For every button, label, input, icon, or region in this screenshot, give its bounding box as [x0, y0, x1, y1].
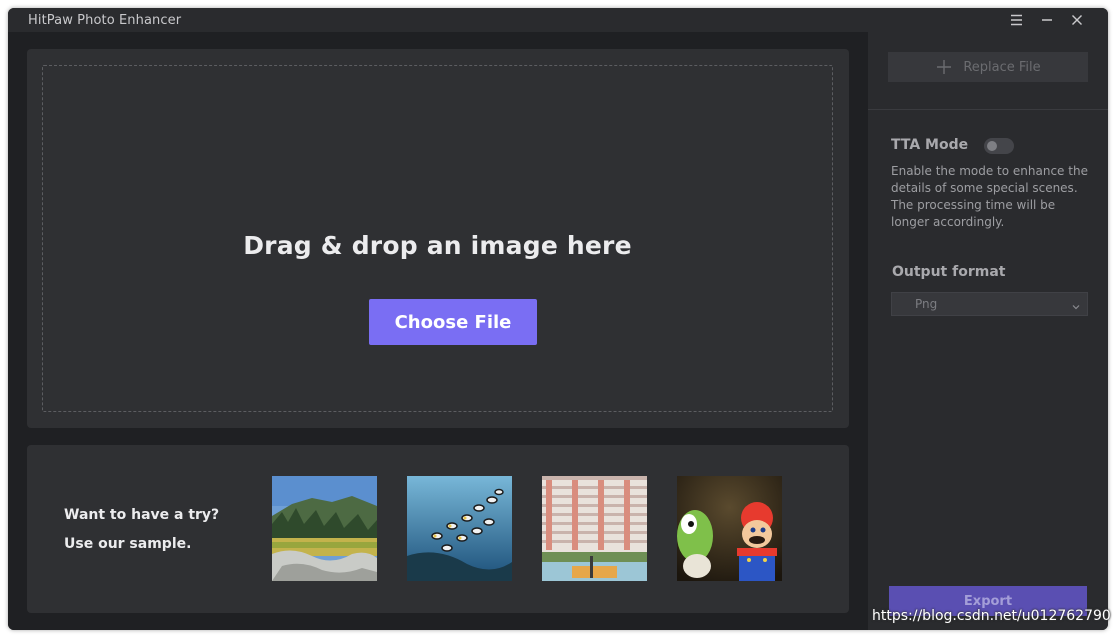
main-area: Drag & drop an image here Choose File Wa… [8, 32, 868, 630]
tta-mode-label: TTA Mode [891, 137, 969, 153]
sample-thumbnail-building[interactable] [542, 476, 647, 581]
toggle-knob [987, 141, 997, 151]
sample-thumbnail-toys[interactable] [677, 476, 782, 581]
tta-mode-description: Enable the mode to enhance the details o… [891, 164, 1088, 229]
app-window: HitPaw Photo Enhancer Drag & drop an ima… [8, 8, 1108, 630]
plus-icon [935, 58, 953, 76]
choose-file-button[interactable]: Choose File [369, 299, 537, 345]
tta-mode-toggle[interactable] [984, 138, 1014, 154]
minimize-icon[interactable] [1039, 12, 1055, 28]
drop-title: Drag & drop an image here [243, 231, 632, 260]
sample-prompt-line2: Use our sample. [64, 536, 192, 552]
output-format-select[interactable]: Png [891, 292, 1088, 316]
sample-card: Want to have a try? Use our sample. [27, 445, 849, 613]
replace-file-label: Replace File [963, 59, 1041, 75]
sample-thumbnail-landscape[interactable] [272, 476, 377, 581]
chevron-down-icon [1071, 299, 1081, 310]
app-title: HitPaw Photo Enhancer [28, 13, 182, 28]
drop-zone[interactable]: Drag & drop an image here Choose File [42, 65, 833, 412]
replace-file-button[interactable]: Replace File [888, 52, 1088, 82]
panel-divider [868, 109, 1108, 110]
watermark-text: https://blog.csdn.net/u012762790 [872, 608, 1111, 624]
right-panel: Replace File TTA Mode Enable the mode to… [868, 32, 1108, 630]
title-bar: HitPaw Photo Enhancer [8, 8, 1108, 32]
drop-card: Drag & drop an image here Choose File [27, 49, 849, 428]
close-icon[interactable] [1069, 12, 1085, 28]
sample-prompt-line1: Want to have a try? [64, 507, 220, 523]
hamburger-menu-icon[interactable] [1009, 12, 1025, 28]
sample-thumbnail-fish[interactable] [407, 476, 512, 581]
output-format-label: Output format [892, 264, 1006, 280]
output-format-value: Png [915, 297, 938, 311]
